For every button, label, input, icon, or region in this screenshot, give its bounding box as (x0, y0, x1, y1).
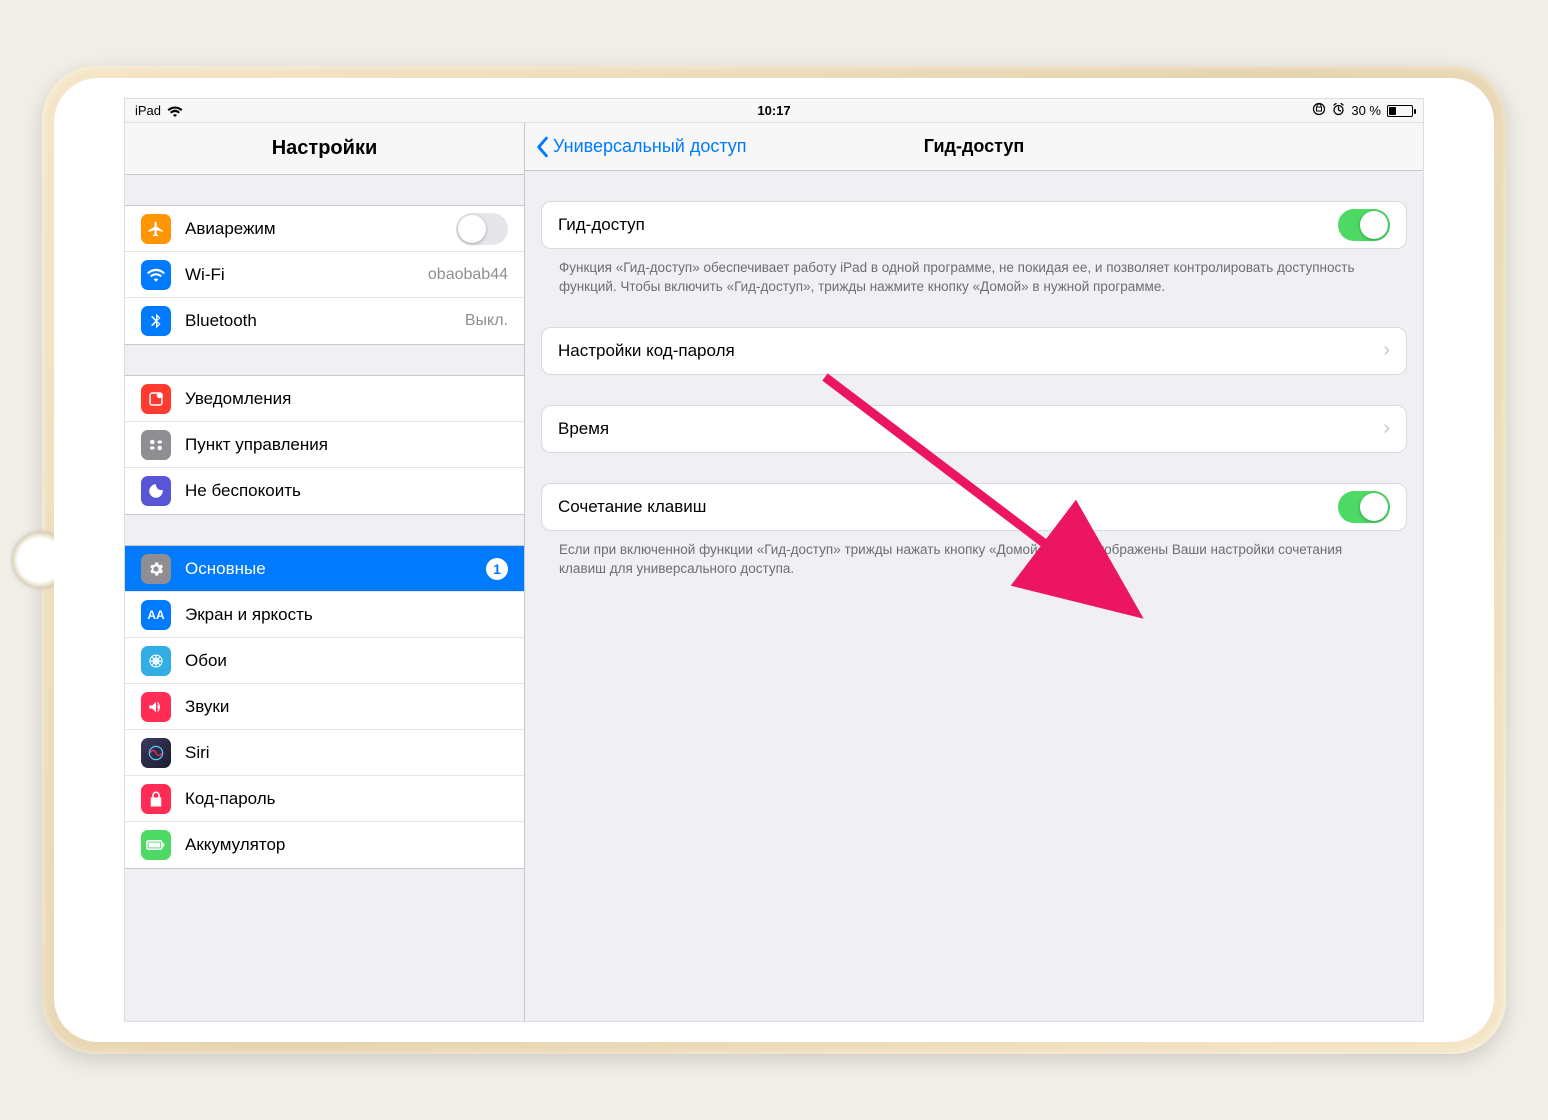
display-icon: AA (141, 600, 171, 630)
wallpaper-label: Обои (185, 651, 508, 671)
settings-sidebar: Настройки Авиарежим Wi-Fi (125, 123, 525, 1021)
wifi-icon (167, 103, 183, 118)
general-icon (141, 554, 171, 584)
sidebar-title: Настройки (125, 123, 524, 175)
status-time: 10:17 (757, 103, 790, 118)
notifications-icon (141, 384, 171, 414)
sidebar-item-wifi[interactable]: Wi-Fi obaobab44 (125, 252, 524, 298)
sidebar-item-general[interactable]: Основные 1 (125, 546, 524, 592)
sidebar-item-bluetooth[interactable]: Bluetooth Выкл. (125, 298, 524, 344)
display-label: Экран и яркость (185, 605, 508, 625)
ipad-frame: iPad 10:17 30 % Настройки (42, 66, 1506, 1054)
alarm-icon (1332, 103, 1345, 119)
sidebar-item-airplane[interactable]: Авиарежим (125, 206, 524, 252)
time-label: Время (558, 419, 1383, 439)
wifi-menu-icon (141, 260, 171, 290)
sidebar-item-battery[interactable]: Аккумулятор (125, 822, 524, 868)
wifi-label: Wi-Fi (185, 265, 428, 285)
detail-title: Гид-доступ (924, 136, 1025, 157)
battery-menu-icon (141, 830, 171, 860)
dnd-label: Не беспокоить (185, 481, 508, 501)
sounds-icon (141, 692, 171, 722)
passcode-label: Код-пароль (185, 789, 508, 809)
back-label: Универсальный доступ (553, 136, 747, 157)
airplane-toggle[interactable] (456, 213, 508, 245)
siri-icon (141, 738, 171, 768)
shortcut-note: Если при включенной функции «Гид-доступ»… (541, 531, 1407, 579)
chevron-left-icon (535, 136, 549, 158)
sidebar-item-passcode[interactable]: Код-пароль (125, 776, 524, 822)
back-button[interactable]: Универсальный доступ (525, 136, 747, 158)
chevron-right-icon: › (1383, 417, 1390, 440)
passcode-settings-label: Настройки код-пароля (558, 341, 1383, 361)
detail-pane: Универсальный доступ Гид-доступ Гид-дост… (525, 123, 1423, 1021)
device-label: iPad (135, 103, 161, 118)
dnd-icon (141, 476, 171, 506)
shortcut-row[interactable]: Сочетание клавиш (542, 484, 1406, 530)
sidebar-item-control-center[interactable]: Пункт управления (125, 422, 524, 468)
sidebar-item-notifications[interactable]: Уведомления (125, 376, 524, 422)
screen: iPad 10:17 30 % Настройки (124, 98, 1424, 1022)
general-label: Основные (185, 559, 478, 579)
bluetooth-icon (141, 306, 171, 336)
guided-access-toggle[interactable] (1338, 209, 1390, 241)
notifications-label: Уведомления (185, 389, 508, 409)
general-badge: 1 (486, 558, 508, 580)
airplane-icon (141, 214, 171, 244)
passcode-icon (141, 784, 171, 814)
orientation-lock-icon (1312, 102, 1326, 119)
wifi-value: obaobab44 (428, 266, 508, 284)
guided-access-label: Гид-доступ (558, 215, 1338, 235)
battery-label: Аккумулятор (185, 835, 508, 855)
sounds-label: Звуки (185, 697, 508, 717)
airplane-label: Авиарежим (185, 219, 456, 239)
sidebar-item-siri[interactable]: Siri (125, 730, 524, 776)
guided-access-row[interactable]: Гид-доступ (542, 202, 1406, 248)
passcode-settings-row[interactable]: Настройки код-пароля › (542, 328, 1406, 374)
status-bar: iPad 10:17 30 % (125, 99, 1423, 123)
shortcut-label: Сочетание клавиш (558, 497, 1338, 517)
chevron-right-icon: › (1383, 339, 1390, 362)
siri-label: Siri (185, 743, 508, 763)
sidebar-item-wallpaper[interactable]: Обои (125, 638, 524, 684)
bluetooth-value: Выкл. (465, 312, 508, 330)
control-center-label: Пункт управления (185, 435, 508, 455)
sidebar-item-display[interactable]: AA Экран и яркость (125, 592, 524, 638)
time-row[interactable]: Время › (542, 406, 1406, 452)
sidebar-item-sounds[interactable]: Звуки (125, 684, 524, 730)
control-center-icon (141, 430, 171, 460)
detail-header: Универсальный доступ Гид-доступ (525, 123, 1423, 171)
battery-icon (1387, 105, 1413, 117)
wallpaper-icon (141, 646, 171, 676)
shortcut-toggle[interactable] (1338, 491, 1390, 523)
sidebar-item-dnd[interactable]: Не беспокоить (125, 468, 524, 514)
guided-access-note: Функция «Гид-доступ» обеспечивает работу… (541, 249, 1407, 297)
battery-percent: 30 % (1351, 103, 1381, 118)
bluetooth-label: Bluetooth (185, 311, 465, 331)
